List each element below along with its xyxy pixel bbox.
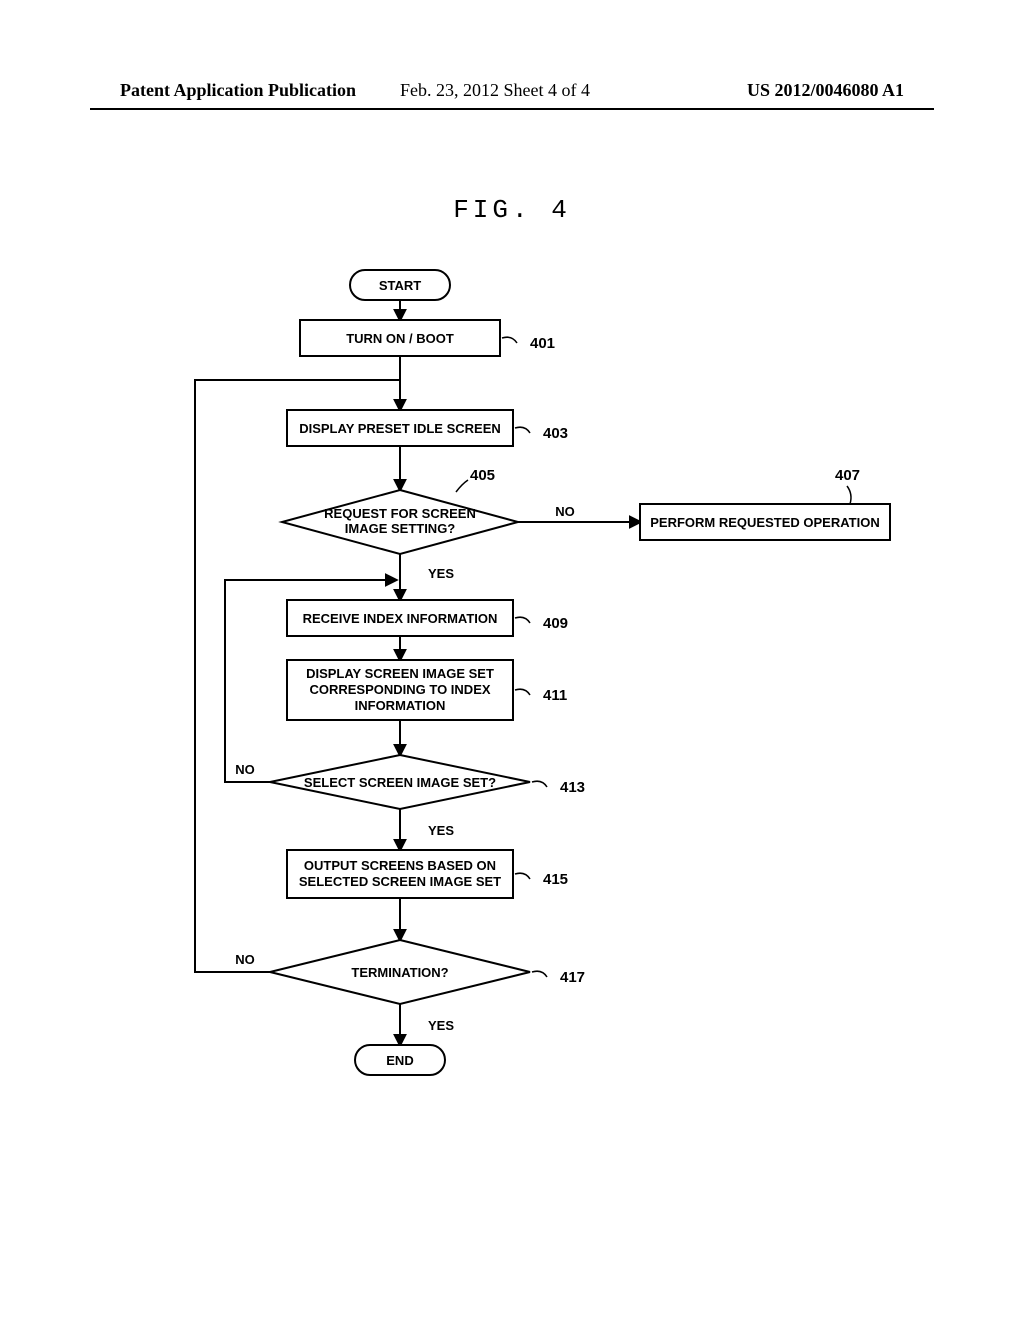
ref-403: 403 [543, 425, 568, 442]
node-417: TERMINATION? [270, 940, 530, 1004]
header-right: US 2012/0046080 A1 [747, 80, 904, 101]
node-start: START [350, 270, 450, 300]
node-411: DISPLAY SCREEN IMAGE SET CORRESPONDING T… [287, 660, 513, 720]
text-411b: CORRESPONDING TO INDEX [309, 682, 490, 697]
page: Patent Application Publication Feb. 23, … [0, 0, 1024, 1320]
figure-label: FIG. 4 [0, 195, 1024, 225]
ref-411: 411 [543, 687, 567, 704]
node-403: DISPLAY PRESET IDLE SCREEN [287, 410, 513, 446]
leader-413 [532, 781, 547, 787]
no-413: NO [235, 762, 255, 777]
yes-413: YES [428, 823, 454, 838]
ref-415: 415 [543, 871, 568, 888]
ref-401: 401 [530, 335, 555, 352]
leader-415 [515, 873, 530, 879]
leader-411 [515, 689, 530, 695]
text-415a: OUTPUT SCREENS BASED ON [304, 858, 496, 873]
leader-403 [515, 427, 530, 433]
text-405a: REQUEST FOR SCREEN [324, 506, 476, 521]
header-left: Patent Application Publication [120, 80, 356, 101]
leader-405 [456, 480, 468, 492]
node-415: OUTPUT SCREENS BASED ON SELECTED SCREEN … [287, 850, 513, 898]
header-middle: Feb. 23, 2012 Sheet 4 of 4 [400, 80, 590, 101]
no-405: NO [555, 504, 575, 519]
node-407: PERFORM REQUESTED OPERATION [640, 504, 890, 540]
ref-405: 405 [470, 467, 495, 484]
node-405: REQUEST FOR SCREEN IMAGE SETTING? [282, 490, 518, 554]
text-411a: DISPLAY SCREEN IMAGE SET [306, 666, 494, 681]
text-415b: SELECTED SCREEN IMAGE SET [299, 874, 501, 889]
text-405b: IMAGE SETTING? [345, 521, 456, 536]
text-417: TERMINATION? [351, 965, 448, 980]
ref-407: 407 [835, 467, 860, 484]
text-401: TURN ON / BOOT [346, 331, 454, 346]
node-401: TURN ON / BOOT [300, 320, 500, 356]
node-409: RECEIVE INDEX INFORMATION [287, 600, 513, 636]
leader-407 [847, 486, 851, 504]
page-header: Patent Application Publication Feb. 23, … [0, 80, 1024, 110]
leader-409 [515, 617, 530, 623]
text-411c: INFORMATION [355, 698, 446, 713]
node-end: END [355, 1045, 445, 1075]
no-417: NO [235, 952, 255, 967]
leader-417 [532, 971, 547, 977]
text-413: SELECT SCREEN IMAGE SET? [304, 775, 496, 790]
leader-401 [502, 337, 517, 343]
text-403: DISPLAY PRESET IDLE SCREEN [299, 421, 501, 436]
yes-405: YES [428, 566, 454, 581]
node-413: SELECT SCREEN IMAGE SET? [270, 755, 530, 809]
ref-413: 413 [560, 779, 585, 796]
yes-417: YES [428, 1018, 454, 1033]
ref-417: 417 [560, 969, 585, 986]
text-409: RECEIVE INDEX INFORMATION [303, 611, 498, 626]
text-start: START [379, 278, 421, 293]
text-end: END [386, 1053, 413, 1068]
text-407: PERFORM REQUESTED OPERATION [650, 515, 879, 530]
flowchart: START TURN ON / BOOT 401 DISPLAY PRESET … [170, 260, 910, 1150]
ref-409: 409 [543, 615, 568, 632]
header-rule [90, 108, 934, 110]
